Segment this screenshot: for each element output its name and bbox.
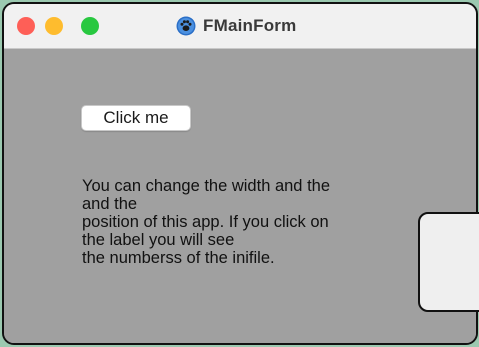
info-label-line: the numberss of the inifile. — [82, 249, 275, 267]
window-title: FMainForm — [176, 15, 296, 37]
overlapping-window[interactable] — [418, 212, 479, 312]
info-label-line: the label you will see — [82, 231, 235, 249]
zoom-window-button[interactable] — [81, 17, 99, 35]
info-label-line: position of this app. If you click on — [82, 213, 329, 231]
info-label-line: You can change the width and the — [82, 177, 331, 195]
click-me-button[interactable]: Click me — [81, 105, 191, 131]
close-window-button[interactable] — [17, 17, 35, 35]
minimize-window-button[interactable] — [45, 17, 63, 35]
app-paw-icon — [176, 16, 196, 36]
main-window: FMainForm Click me You can change the wi… — [2, 2, 478, 345]
window-title-text: FMainForm — [203, 16, 297, 35]
title-bar[interactable]: FMainForm — [4, 4, 476, 49]
info-label-line: and the — [82, 195, 138, 213]
form-content: Click me You can change the width and th… — [4, 49, 476, 343]
info-label[interactable]: You can change the width and the and the… — [82, 177, 412, 267]
